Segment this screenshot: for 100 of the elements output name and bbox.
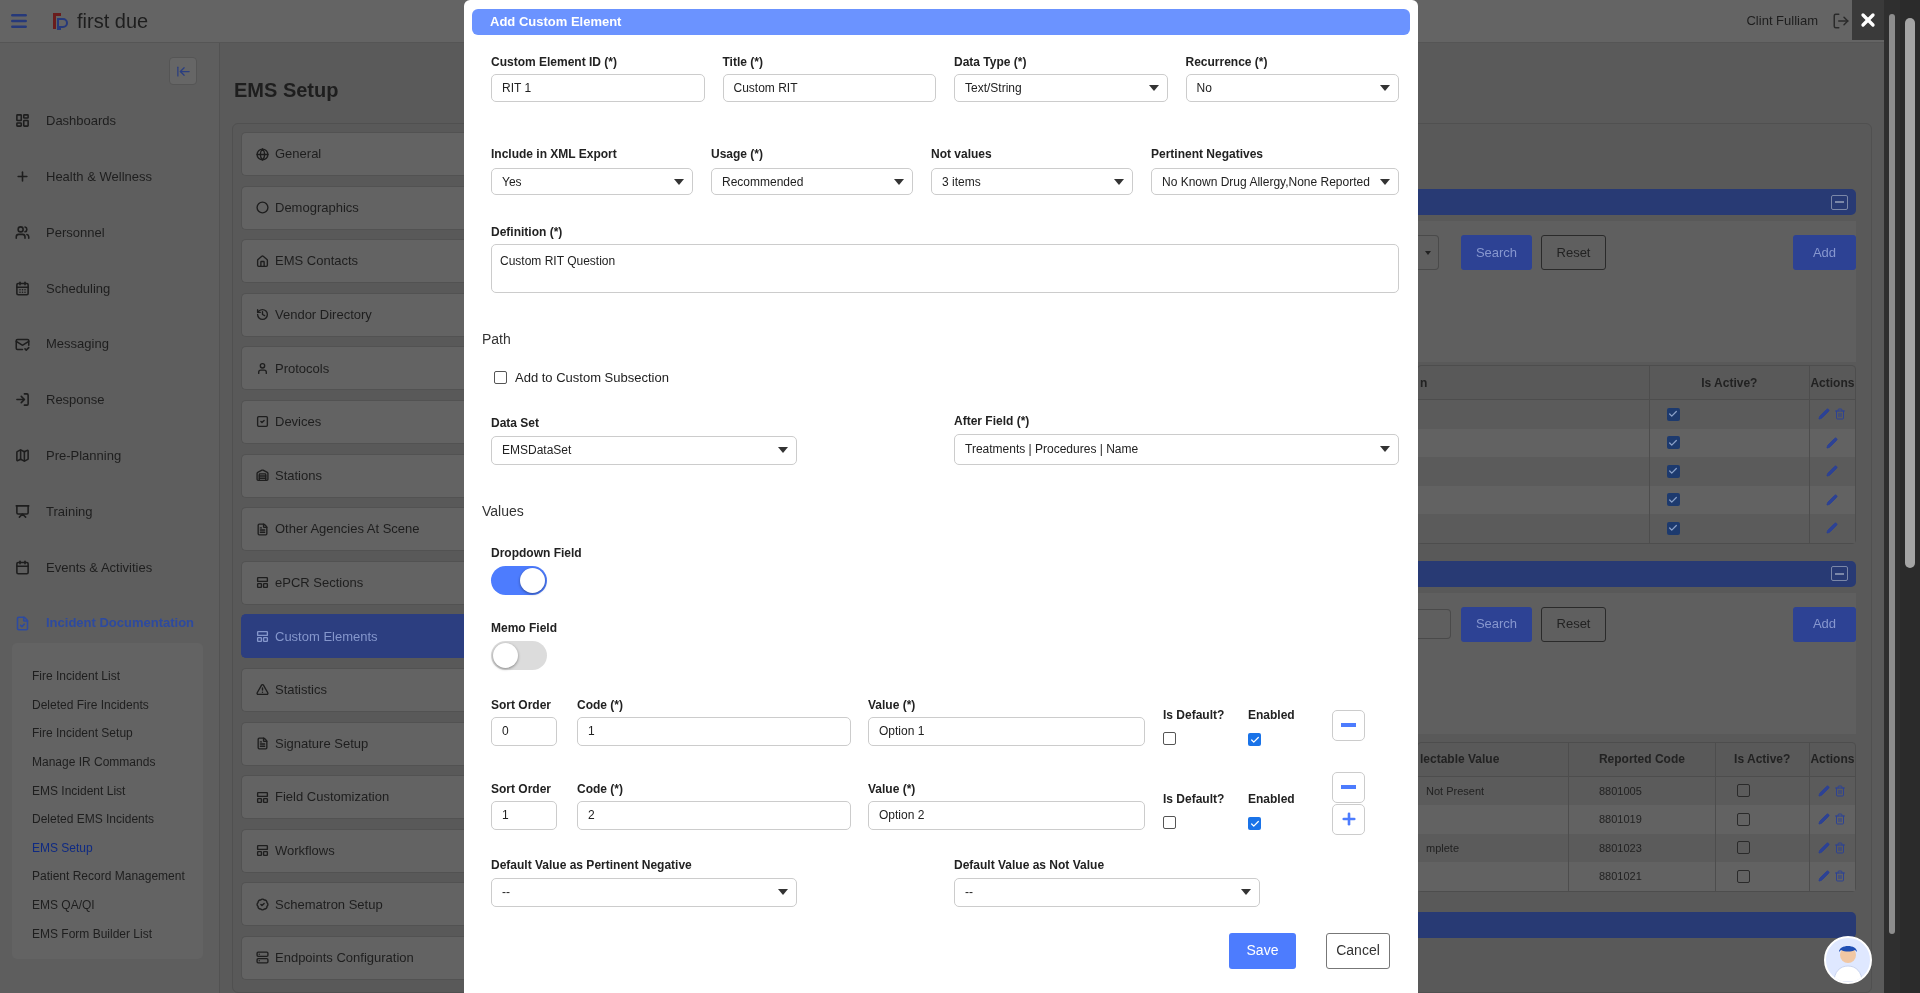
nav-item[interactable]: Training (0, 483, 219, 540)
close-button[interactable] (1852, 0, 1884, 40)
checkbox[interactable] (1666, 407, 1680, 421)
edit-icon[interactable] (1826, 522, 1839, 535)
submenu-item[interactable]: EMS Setup (32, 833, 203, 863)
edit-icon[interactable] (1826, 436, 1839, 449)
checkbox[interactable] (1666, 464, 1680, 478)
input-field[interactable]: 1 (491, 800, 557, 830)
setup-menu-item[interactable]: ePCR Sections (241, 560, 465, 605)
add-row-button[interactable] (1332, 803, 1365, 835)
delete-icon[interactable] (1834, 784, 1847, 797)
checkbox[interactable] (1248, 817, 1261, 830)
setup-menu-item[interactable]: Signature Setup (241, 721, 465, 766)
nav-item[interactable]: Personnel (0, 204, 219, 261)
collapse-button[interactable] (1831, 194, 1848, 210)
delete-icon[interactable] (1834, 870, 1847, 883)
delete-icon[interactable] (1834, 813, 1847, 826)
save-button[interactable]: Save (1229, 932, 1296, 969)
nav-item[interactable]: Scheduling (0, 260, 219, 317)
setup-menu-item[interactable]: Vendor Directory (241, 292, 465, 337)
submenu-item[interactable]: Fire Incident List (32, 661, 203, 691)
collapse-button[interactable] (1831, 566, 1848, 581)
add-button[interactable]: Add (1793, 235, 1856, 270)
checkbox[interactable] (1163, 731, 1176, 745)
checkbox[interactable] (1736, 812, 1750, 826)
nav-item[interactable]: Dashboards (0, 93, 219, 149)
submenu-item[interactable]: EMS Form Builder List (32, 919, 203, 948)
setup-menu-item[interactable]: Protocols (241, 346, 465, 391)
edit-icon[interactable] (1818, 841, 1831, 854)
setup-menu-item[interactable]: Stations (241, 453, 465, 498)
select-field[interactable]: -- (491, 877, 797, 907)
edit-icon[interactable] (1818, 784, 1831, 797)
menu-icon[interactable] (9, 11, 29, 31)
setup-menu-item[interactable]: Demographics (241, 185, 465, 230)
input-field[interactable]: RIT 1 (491, 74, 705, 102)
checkbox[interactable] (1248, 733, 1261, 746)
delete-icon[interactable] (1834, 841, 1847, 854)
edit-icon[interactable] (1818, 408, 1831, 421)
edit-icon[interactable] (1826, 465, 1839, 478)
search-button[interactable]: Search (1461, 606, 1532, 642)
setup-menu-item[interactable]: Custom Elements (241, 614, 465, 659)
search-button[interactable]: Search (1461, 235, 1532, 270)
input-field[interactable]: Custom RIT (722, 74, 936, 102)
select-field[interactable]: Recommended (711, 168, 913, 195)
input-field[interactable]: Option 2 (868, 800, 1145, 830)
checkbox[interactable] (1736, 869, 1750, 883)
collapse-sidebar-button[interactable] (169, 57, 197, 85)
submenu-item[interactable]: Manage IR Commands (32, 747, 203, 777)
delete-icon[interactable] (1834, 408, 1847, 421)
select-field[interactable]: 3 items (931, 168, 1133, 195)
nav-item[interactable]: Events & Activities (0, 539, 219, 596)
checkbox[interactable] (494, 371, 507, 385)
input-field[interactable]: Option 1 (868, 716, 1145, 746)
input-field[interactable]: 1 (577, 716, 851, 746)
select-field[interactable]: Treatments | Procedures | Name (954, 433, 1399, 465)
setup-menu-item[interactable]: Other Agencies At Scene (241, 507, 465, 552)
add-button[interactable]: Add (1793, 606, 1856, 642)
submenu-item[interactable]: EMS Incident List (32, 776, 203, 805)
toggle-switch[interactable] (491, 565, 547, 595)
checkbox[interactable] (1736, 784, 1750, 798)
remove-row-button[interactable] (1332, 709, 1365, 741)
submenu-item[interactable]: EMS QA/QI (32, 890, 203, 920)
submenu-item[interactable]: Patient Record Management (32, 862, 203, 891)
nav-item[interactable]: Messaging (0, 316, 219, 372)
nav-item[interactable]: Health & Wellness (0, 148, 219, 205)
select-field[interactable]: EMSDataSet (491, 435, 797, 465)
setup-menu-item[interactable]: General (241, 132, 465, 176)
checkbox[interactable] (1666, 436, 1680, 450)
setup-menu-item[interactable]: Statistics (241, 667, 465, 712)
select-field[interactable]: Text/String (954, 74, 1168, 102)
edit-icon[interactable] (1826, 493, 1839, 506)
edit-icon[interactable] (1818, 870, 1831, 883)
cancel-button[interactable]: Cancel (1326, 932, 1390, 969)
checkbox[interactable] (1666, 521, 1680, 535)
nav-item[interactable]: Pre-Planning (0, 427, 219, 484)
setup-menu-item[interactable]: Field Customization (241, 775, 465, 820)
select-field[interactable]: No Known Drug Allergy,None Reported (1151, 168, 1399, 195)
reset-button[interactable]: Reset (1541, 235, 1606, 270)
select-field[interactable]: -- (954, 877, 1260, 907)
setup-menu-item[interactable]: Endpoints Configuration (241, 935, 465, 980)
reset-button[interactable]: Reset (1541, 606, 1606, 642)
checkbox[interactable] (1736, 841, 1750, 855)
checkbox[interactable] (1666, 493, 1680, 507)
input-field[interactable]: 2 (577, 800, 851, 830)
remove-row-button[interactable] (1332, 771, 1365, 803)
submenu-item[interactable]: Fire Incident Setup (32, 719, 203, 748)
toggle-switch[interactable] (491, 640, 547, 670)
select-field[interactable]: Yes (491, 168, 693, 195)
edit-icon[interactable] (1818, 813, 1831, 826)
setup-menu-item[interactable]: Devices (241, 399, 465, 444)
submenu-item[interactable]: Deleted Fire Incidents (32, 690, 203, 720)
nav-item[interactable]: Response (0, 372, 219, 428)
logout-icon[interactable] (1832, 12, 1850, 30)
select-field[interactable]: No (1185, 74, 1399, 102)
setup-menu-item[interactable]: Workflows (241, 828, 465, 873)
definition-textarea[interactable]: Custom RIT Question (491, 244, 1399, 293)
setup-menu-item[interactable]: Schematron Setup (241, 882, 465, 927)
input-field[interactable]: 0 (491, 716, 557, 746)
submenu-item[interactable]: Deleted EMS Incidents (32, 804, 203, 834)
checkbox[interactable] (1163, 815, 1176, 829)
